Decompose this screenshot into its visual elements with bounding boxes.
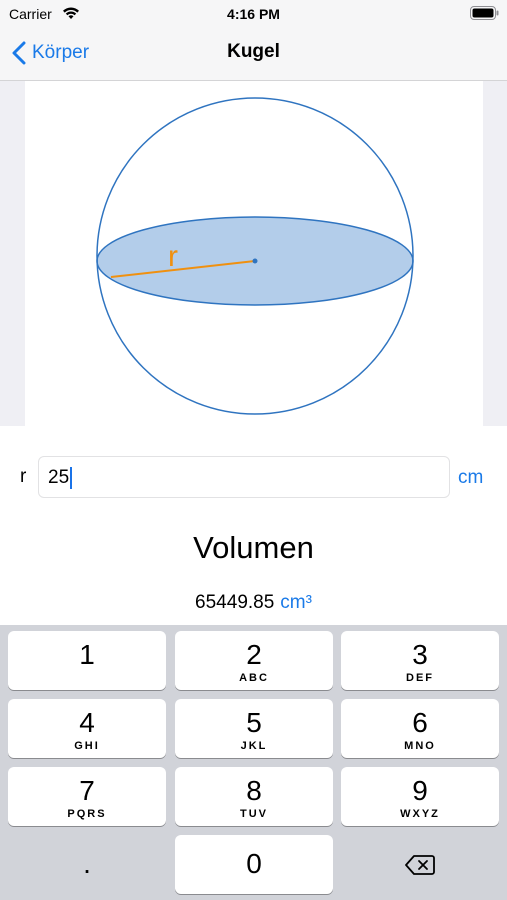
key-6[interactable]: 6 MNO	[341, 699, 499, 758]
radius-input[interactable]: 25	[38, 456, 450, 498]
illustration-canvas: r	[25, 81, 483, 426]
key-digit: 1	[79, 639, 95, 670]
key-7[interactable]: 7 PQRS	[8, 767, 166, 826]
key-letters: GHI	[74, 740, 100, 752]
key-2[interactable]: 2 ABC	[175, 631, 333, 690]
key-digit: 3	[412, 639, 428, 670]
numeric-keyboard: 1 2 ABC 3 DEF 4 GHI 5 JKL 6 MNO 7 PQRS 8…	[0, 625, 507, 900]
radius-label: r	[168, 240, 178, 273]
key-delete[interactable]	[341, 835, 499, 894]
key-1[interactable]: 1	[8, 631, 166, 690]
key-letters: JKL	[240, 740, 268, 752]
key-digit: 5	[246, 707, 262, 738]
battery-icon	[470, 6, 500, 25]
key-letters: DEF	[406, 672, 434, 684]
key-letters: TUV	[240, 808, 268, 820]
key-decimal[interactable]: .	[8, 835, 166, 894]
status-bar: Carrier 4:16 PM	[0, 0, 507, 28]
center-point	[252, 258, 258, 264]
delete-backspace-icon	[405, 855, 435, 875]
key-letters: WXYZ	[400, 808, 440, 820]
key-8[interactable]: 8 TUV	[175, 767, 333, 826]
navigation-bar: Körper Kugel	[0, 28, 507, 81]
key-0[interactable]: 0	[175, 835, 333, 894]
result-value: 65449.85	[195, 592, 275, 613]
key-9[interactable]: 9 WXYZ	[341, 767, 499, 826]
key-digit: 8	[246, 775, 262, 806]
key-3[interactable]: 3 DEF	[341, 631, 499, 690]
result-title: Volumen	[193, 530, 314, 565]
text-caret	[70, 467, 73, 489]
result-unit-button[interactable]: cm³	[280, 592, 312, 613]
key-digit: .	[83, 848, 91, 879]
page-title: Kugel	[227, 41, 280, 62]
radius-input-value: 25	[48, 467, 70, 488]
key-letters: PQRS	[67, 808, 107, 820]
radius-unit-button[interactable]: cm	[458, 467, 483, 489]
sphere-illustration: r	[96, 97, 414, 415]
key-4[interactable]: 4 GHI	[8, 699, 166, 758]
key-5[interactable]: 5 JKL	[175, 699, 333, 758]
key-letters: ABC	[239, 672, 269, 684]
key-letters: MNO	[404, 740, 436, 752]
radius-input-label: r	[20, 466, 27, 487]
clock: 4:16 PM	[227, 6, 280, 22]
illustration-area: r	[0, 81, 507, 426]
key-digit: 7	[79, 775, 95, 806]
result-row: 65449.85 cm³	[0, 592, 507, 614]
key-digit: 9	[412, 775, 428, 806]
key-digit: 2	[246, 639, 262, 670]
radius-input-value-wrap: 25	[48, 467, 73, 489]
key-digit: 6	[412, 707, 428, 738]
key-digit: 0	[246, 848, 262, 879]
key-digit: 4	[79, 707, 95, 738]
